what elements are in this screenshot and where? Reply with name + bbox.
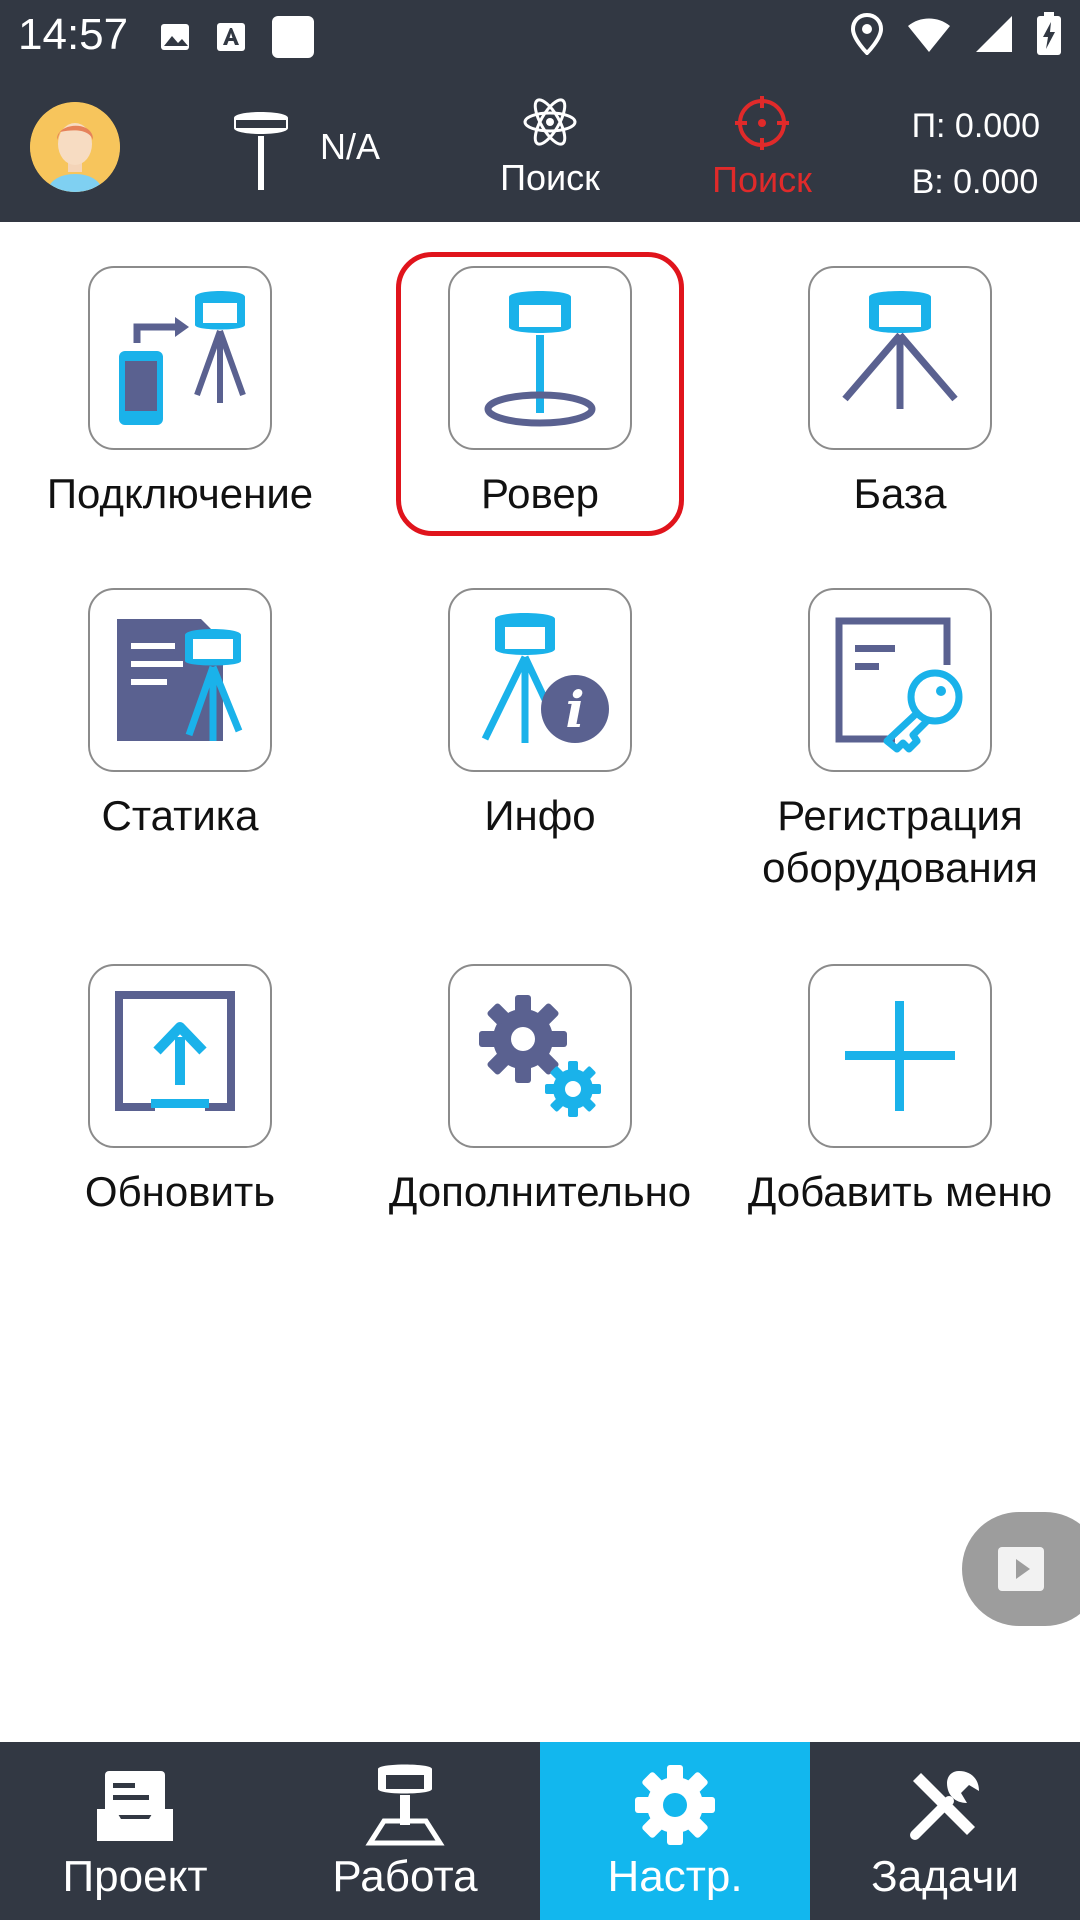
tile-additional[interactable]: Дополнительно — [360, 964, 720, 1218]
tile-info[interactable]: i Инфо — [360, 588, 720, 842]
nav-work[interactable]: Работа — [270, 1742, 540, 1920]
floating-play-button[interactable] — [962, 1512, 1080, 1626]
tile-static[interactable]: Статика — [0, 588, 360, 842]
registration-key-icon — [835, 617, 963, 753]
tile-label: Дополнительно — [388, 1168, 692, 1215]
nav-label: Задачи — [871, 1852, 1019, 1901]
plus-icon — [845, 1001, 955, 1111]
search-label-1: Поиск — [500, 157, 600, 198]
font-icon — [217, 23, 245, 51]
tile-label: База — [853, 470, 947, 517]
svg-text:i: i — [566, 680, 585, 739]
info-icon: i — [481, 613, 609, 743]
gear-icon — [635, 1765, 715, 1845]
registration-icon-box — [808, 588, 992, 772]
atom-icon — [523, 98, 577, 146]
info-icon-box: i — [448, 588, 632, 772]
nav-settings[interactable]: Настр. — [540, 1742, 810, 1920]
play-icon — [998, 1547, 1044, 1591]
inbox-icon — [97, 1771, 173, 1841]
additional-icon-box — [448, 964, 632, 1148]
nav-label: Настр. — [607, 1852, 743, 1901]
gnss-receiver-icon[interactable] — [228, 102, 294, 192]
coord-v: В: 0.000 — [911, 163, 1039, 201]
connection-icon-box — [88, 266, 272, 450]
update-icon-box — [88, 964, 272, 1148]
image-icon — [161, 24, 189, 50]
search-label-2: Поиск — [712, 159, 812, 200]
search-target-button[interactable]: Поиск — [702, 94, 822, 201]
nav-label: Проект — [62, 1852, 208, 1901]
crosshair-icon — [735, 96, 789, 150]
connection-icon — [119, 291, 246, 425]
nav-label: Работа — [332, 1852, 478, 1901]
status-time: 14:57 — [18, 10, 129, 59]
signal-icon — [976, 16, 1012, 52]
tile-connection[interactable]: Подключение — [0, 266, 360, 520]
coord-p: П: 0.000 — [911, 107, 1040, 145]
selected-tile-highlight — [396, 252, 684, 536]
coordinates-readout: П: 0.000 В: 0.000 — [912, 98, 1040, 210]
static-icon — [117, 619, 243, 741]
tools-icon — [910, 1771, 979, 1840]
status-icons-right — [850, 12, 1062, 56]
nav-tasks[interactable]: Задачи — [810, 1742, 1080, 1920]
tile-add-menu[interactable]: Добавить меню — [720, 964, 1080, 1218]
user-avatar[interactable] — [30, 102, 120, 192]
search-satellite-button[interactable]: Поиск — [490, 94, 610, 199]
bottom-navigation: Проект Работа Настр. Задачи — [0, 1742, 1080, 1920]
tile-base[interactable]: База — [720, 266, 1080, 520]
status-bar: 14:57 — [0, 0, 1080, 74]
tile-registration[interactable]: Регистрация оборудования — [720, 588, 1080, 894]
tile-label: Добавить меню — [747, 1168, 1053, 1215]
tile-label: Подключение — [46, 470, 314, 517]
tile-label: Обновить — [84, 1168, 276, 1215]
gears-icon — [479, 995, 601, 1117]
tile-update[interactable]: Обновить — [0, 964, 360, 1218]
status-icons-left — [158, 14, 316, 60]
top-toolbar: N/A Поиск Поиск П: 0.000 В: 0.000 — [0, 74, 1080, 222]
base-icon-box — [808, 266, 992, 450]
add-menu-icon-box — [808, 964, 992, 1148]
tile-label: Регистрация оборудования — [762, 792, 1038, 891]
wifi-icon — [908, 18, 950, 52]
square-icon — [272, 16, 314, 58]
survey-icon — [365, 1764, 445, 1846]
tile-label: Инфо — [484, 792, 596, 839]
avatar-icon — [30, 102, 120, 192]
base-icon — [842, 291, 958, 409]
upload-icon — [115, 991, 235, 1111]
nav-project[interactable]: Проект — [0, 1742, 270, 1920]
battery-icon — [1037, 12, 1061, 55]
device-status-text: N/A — [320, 126, 381, 167]
location-icon — [850, 13, 884, 55]
tile-label: Статика — [101, 792, 259, 839]
static-icon-box — [88, 588, 272, 772]
